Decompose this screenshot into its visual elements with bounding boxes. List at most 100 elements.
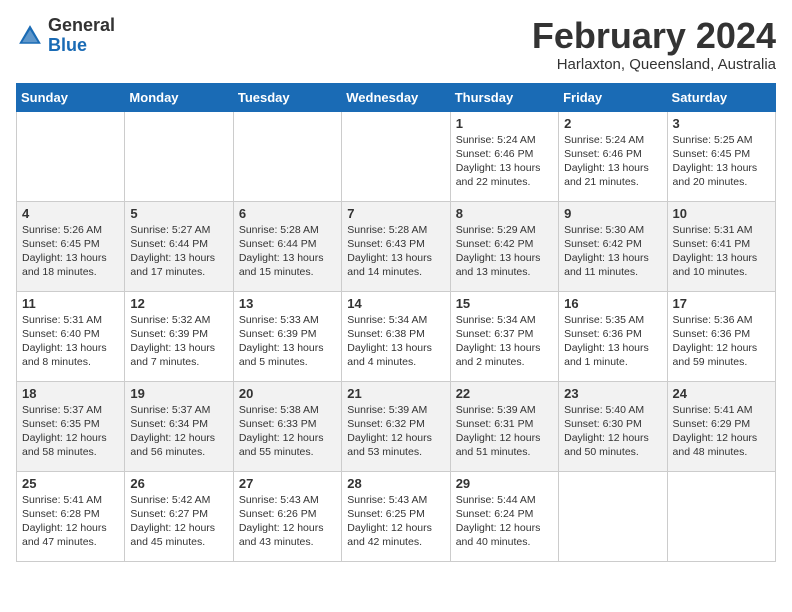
day-info: Sunrise: 5:43 AM Sunset: 6:25 PM Dayligh… [347, 493, 444, 550]
week-row-5: 25 Sunrise: 5:41 AM Sunset: 6:28 PM Dayli… [17, 471, 776, 561]
logo-general-text: General [48, 15, 115, 35]
calendar-cell: 27 Sunrise: 5:43 AM Sunset: 6:26 PM Dayli… [233, 471, 341, 561]
calendar-cell: 6Sunrise: 5:28 AM Sunset: 6:44 PM Daylig… [233, 201, 341, 291]
day-info: Sunrise: 5:41 AM Sunset: 6:29 PM Dayligh… [673, 403, 770, 460]
calendar-cell: 10Sunrise: 5:31 AM Sunset: 6:41 PM Dayli… [667, 201, 775, 291]
calendar-cell: 13 Sunrise: 5:33 AM Sunset: 6:39 PM Dayli… [233, 291, 341, 381]
day-number: 25 [22, 476, 119, 491]
day-info: Sunrise: 5:40 AM Sunset: 6:30 PM Dayligh… [564, 403, 661, 460]
day-number: 20 [239, 386, 336, 401]
day-number: 9 [564, 206, 661, 221]
day-number: 16 [564, 296, 661, 311]
weekday-header-monday: Monday [125, 83, 233, 111]
calendar-cell [559, 471, 667, 561]
calendar-cell: 18 Sunrise: 5:37 AM Sunset: 6:35 PM Dayli… [17, 381, 125, 471]
calendar-cell: 8 Sunrise: 5:29 AM Sunset: 6:42 PM Daylig… [450, 201, 558, 291]
day-info: Sunrise: 5:33 AM Sunset: 6:39 PM Dayligh… [239, 313, 336, 370]
day-info: Sunrise: 5:34 AM Sunset: 6:38 PM Dayligh… [347, 313, 444, 370]
logo-blue-text: Blue [48, 35, 87, 55]
calendar-cell [342, 111, 450, 201]
day-number: 1 [456, 116, 553, 131]
calendar-cell: 26 Sunrise: 5:42 AM Sunset: 6:27 PM Dayli… [125, 471, 233, 561]
calendar-cell: 1 Sunrise: 5:24 AM Sunset: 6:46 PM Daylig… [450, 111, 558, 201]
day-number: 7 [347, 206, 444, 221]
week-row-4: 18 Sunrise: 5:37 AM Sunset: 6:35 PM Dayli… [17, 381, 776, 471]
day-number: 12 [130, 296, 227, 311]
logo: General Blue [16, 16, 115, 56]
calendar-cell: 15Sunrise: 5:34 AM Sunset: 6:37 PM Dayli… [450, 291, 558, 381]
day-info: Sunrise: 5:24 AM Sunset: 6:46 PM Dayligh… [456, 133, 553, 190]
day-info: Sunrise: 5:42 AM Sunset: 6:27 PM Dayligh… [130, 493, 227, 550]
calendar-cell: 21 Sunrise: 5:39 AM Sunset: 6:32 PM Dayli… [342, 381, 450, 471]
day-number: 4 [22, 206, 119, 221]
calendar-cell: 29Sunrise: 5:44 AM Sunset: 6:24 PM Dayli… [450, 471, 558, 561]
calendar-cell [667, 471, 775, 561]
day-info: Sunrise: 5:24 AM Sunset: 6:46 PM Dayligh… [564, 133, 661, 190]
calendar-cell: 28 Sunrise: 5:43 AM Sunset: 6:25 PM Dayli… [342, 471, 450, 561]
calendar-cell: 23 Sunrise: 5:40 AM Sunset: 6:30 PM Dayli… [559, 381, 667, 471]
day-number: 5 [130, 206, 227, 221]
day-number: 11 [22, 296, 119, 311]
day-number: 14 [347, 296, 444, 311]
day-number: 27 [239, 476, 336, 491]
calendar-cell: 14 Sunrise: 5:34 AM Sunset: 6:38 PM Dayli… [342, 291, 450, 381]
weekday-header-friday: Friday [559, 83, 667, 111]
calendar-cell: 7 Sunrise: 5:28 AM Sunset: 6:43 PM Daylig… [342, 201, 450, 291]
calendar-cell: 25 Sunrise: 5:41 AM Sunset: 6:28 PM Dayli… [17, 471, 125, 561]
day-info: Sunrise: 5:26 AM Sunset: 6:45 PM Dayligh… [22, 223, 119, 280]
title-block: February 2024 Harlaxton, Queensland, Aus… [532, 16, 776, 73]
weekday-header-tuesday: Tuesday [233, 83, 341, 111]
day-number: 13 [239, 296, 336, 311]
day-info: Sunrise: 5:43 AM Sunset: 6:26 PM Dayligh… [239, 493, 336, 550]
day-info: Sunrise: 5:44 AM Sunset: 6:24 PM Dayligh… [456, 493, 553, 550]
day-info: Sunrise: 5:28 AM Sunset: 6:44 PM Dayligh… [239, 223, 336, 280]
day-number: 23 [564, 386, 661, 401]
day-info: Sunrise: 5:38 AM Sunset: 6:33 PM Dayligh… [239, 403, 336, 460]
week-row-1: 1 Sunrise: 5:24 AM Sunset: 6:46 PM Daylig… [17, 111, 776, 201]
day-info: Sunrise: 5:39 AM Sunset: 6:32 PM Dayligh… [347, 403, 444, 460]
calendar-cell: 24 Sunrise: 5:41 AM Sunset: 6:29 PM Dayli… [667, 381, 775, 471]
day-info: Sunrise: 5:32 AM Sunset: 6:39 PM Dayligh… [130, 313, 227, 370]
calendar-title: February 2024 [532, 16, 776, 56]
day-info: Sunrise: 5:36 AM Sunset: 6:36 PM Dayligh… [673, 313, 770, 370]
calendar-cell: 3 Sunrise: 5:25 AM Sunset: 6:45 PM Daylig… [667, 111, 775, 201]
day-info: Sunrise: 5:39 AM Sunset: 6:31 PM Dayligh… [456, 403, 553, 460]
calendar-subtitle: Harlaxton, Queensland, Australia [532, 56, 776, 73]
day-number: 8 [456, 206, 553, 221]
day-info: Sunrise: 5:27 AM Sunset: 6:44 PM Dayligh… [130, 223, 227, 280]
day-number: 21 [347, 386, 444, 401]
calendar-cell: 5 Sunrise: 5:27 AM Sunset: 6:44 PM Daylig… [125, 201, 233, 291]
weekday-header-saturday: Saturday [667, 83, 775, 111]
calendar-cell: 22Sunrise: 5:39 AM Sunset: 6:31 PM Dayli… [450, 381, 558, 471]
calendar-cell: 16Sunrise: 5:35 AM Sunset: 6:36 PM Dayli… [559, 291, 667, 381]
week-row-3: 11 Sunrise: 5:31 AM Sunset: 6:40 PM Dayli… [17, 291, 776, 381]
calendar-cell: 17 Sunrise: 5:36 AM Sunset: 6:36 PM Dayli… [667, 291, 775, 381]
day-info: Sunrise: 5:34 AM Sunset: 6:37 PM Dayligh… [456, 313, 553, 370]
day-info: Sunrise: 5:31 AM Sunset: 6:40 PM Dayligh… [22, 313, 119, 370]
calendar-cell: 2 Sunrise: 5:24 AM Sunset: 6:46 PM Daylig… [559, 111, 667, 201]
day-number: 28 [347, 476, 444, 491]
calendar-cell [17, 111, 125, 201]
day-info: Sunrise: 5:37 AM Sunset: 6:35 PM Dayligh… [22, 403, 119, 460]
week-row-2: 4 Sunrise: 5:26 AM Sunset: 6:45 PM Daylig… [17, 201, 776, 291]
day-number: 3 [673, 116, 770, 131]
calendar-table: SundayMondayTuesdayWednesdayThursdayFrid… [16, 83, 776, 562]
day-number: 24 [673, 386, 770, 401]
day-info: Sunrise: 5:41 AM Sunset: 6:28 PM Dayligh… [22, 493, 119, 550]
calendar-cell [233, 111, 341, 201]
day-info: Sunrise: 5:30 AM Sunset: 6:42 PM Dayligh… [564, 223, 661, 280]
calendar-cell: 11 Sunrise: 5:31 AM Sunset: 6:40 PM Dayli… [17, 291, 125, 381]
day-number: 17 [673, 296, 770, 311]
calendar-cell: 12 Sunrise: 5:32 AM Sunset: 6:39 PM Dayli… [125, 291, 233, 381]
calendar-cell: 9 Sunrise: 5:30 AM Sunset: 6:42 PM Daylig… [559, 201, 667, 291]
day-info: Sunrise: 5:29 AM Sunset: 6:42 PM Dayligh… [456, 223, 553, 280]
day-number: 26 [130, 476, 227, 491]
day-info: Sunrise: 5:25 AM Sunset: 6:45 PM Dayligh… [673, 133, 770, 190]
day-number: 18 [22, 386, 119, 401]
day-info: Sunrise: 5:28 AM Sunset: 6:43 PM Dayligh… [347, 223, 444, 280]
logo-icon [16, 22, 44, 50]
day-info: Sunrise: 5:31 AM Sunset: 6:41 PM Dayligh… [673, 223, 770, 280]
weekday-header-wednesday: Wednesday [342, 83, 450, 111]
weekday-header-row: SundayMondayTuesdayWednesdayThursdayFrid… [17, 83, 776, 111]
day-number: 2 [564, 116, 661, 131]
